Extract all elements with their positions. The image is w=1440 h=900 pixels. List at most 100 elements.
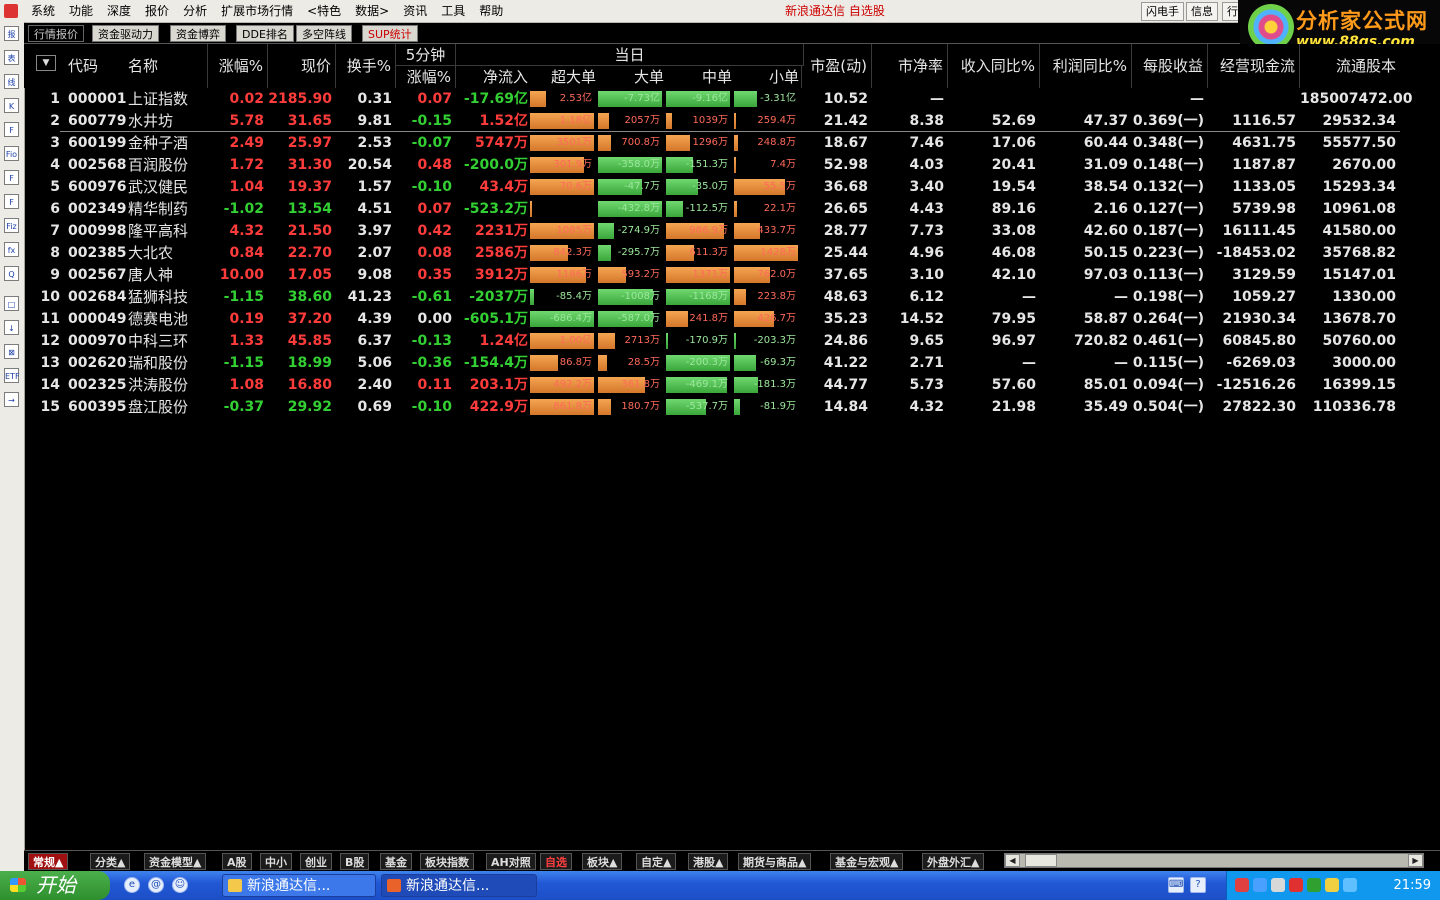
tab-funds[interactable]: 基金 — [380, 853, 412, 870]
menu-tools[interactable]: 工具 — [434, 0, 472, 22]
header-5min-change[interactable]: 涨幅% — [396, 66, 456, 88]
table-icon[interactable]: 表 — [4, 50, 19, 65]
report-icon[interactable]: 报 — [4, 26, 19, 41]
tab-b-shares[interactable]: B股 — [340, 853, 370, 870]
table-row[interactable]: 8 002385 大北农 0.84 22.70 2.07 0.08 2586万 25.44 4.9… — [24, 242, 1440, 264]
mail-icon[interactable]: @ — [148, 877, 164, 893]
menu-depth[interactable]: 深度 — [100, 0, 138, 22]
table-row[interactable]: 2 600779 水井坊 5.78 31.65 9.81 -0.15 1.52亿 21.42 8.… — [24, 110, 1440, 132]
f-note-icon[interactable]: F — [4, 194, 19, 209]
fiz-icon[interactable]: Fiz — [4, 218, 19, 233]
table-row[interactable]: 10 002684 猛狮科技 -1.15 38.60 41.23 -0.61 -2037万 48… — [24, 286, 1440, 308]
menu-system[interactable]: 系统 — [24, 0, 62, 22]
table-row[interactable]: 4 002568 百润股份 1.72 31.30 20.54 0.48 -200.0万 52.9… — [24, 154, 1440, 176]
menu-analysis[interactable]: 分析 — [176, 0, 214, 22]
fio-icon[interactable]: Fio — [4, 146, 19, 161]
header-operating-cashflow[interactable]: 经营现金流 — [1208, 44, 1300, 88]
horizontal-scrollbar[interactable]: ◀ ▶ — [1004, 853, 1424, 868]
header-turnover[interactable]: 换手% — [336, 44, 396, 88]
table-row[interactable]: 11 000049 德赛电池 0.19 37.20 4.39 0.00 -605.1万 35.2… — [24, 308, 1440, 330]
dropdown-icon[interactable]: ▼ — [36, 55, 56, 71]
header-price[interactable]: 现价 — [268, 44, 336, 88]
tab-sector-index[interactable]: 板块指数 — [420, 853, 474, 870]
table-row[interactable]: 6 002349 精华制药 -1.02 13.54 4.51 0.07 -523.2万 26.6… — [24, 198, 1440, 220]
exit-icon[interactable]: → — [4, 392, 19, 407]
table-row[interactable]: 14 002325 洪涛股份 1.08 16.80 2.40 0.11 203.1万 44.77… — [24, 374, 1440, 396]
ie-icon[interactable]: e — [124, 877, 140, 893]
header-name[interactable]: 名称 — [124, 44, 208, 88]
header-pe[interactable]: 市盈(动) — [804, 44, 872, 88]
menu-data[interactable]: 数据> — [348, 0, 396, 22]
table-row[interactable]: 15 600395 盘江股份 -0.37 29.92 0.69 -0.10 422.9万 14.… — [24, 396, 1440, 418]
tray-icon-3[interactable] — [1271, 878, 1285, 892]
etf-icon[interactable]: ETF — [4, 368, 20, 383]
help-icon[interactable]: ? — [1190, 877, 1206, 893]
formula-icon[interactable]: fx — [4, 242, 19, 257]
folder-icon[interactable]: □ — [4, 296, 19, 311]
security-icon[interactable] — [1307, 878, 1321, 892]
tab-watchlist[interactable]: 自选 — [540, 853, 572, 870]
header-small[interactable]: 小单 — [734, 66, 802, 88]
network-icon[interactable] — [1253, 878, 1267, 892]
taskbar-window-2[interactable]: 新浪通达信... — [381, 874, 537, 897]
tray-icon-1[interactable] — [1235, 878, 1249, 892]
tab-hk-stocks[interactable]: 港股▲ — [688, 853, 729, 870]
f10-icon[interactable]: F — [4, 122, 19, 137]
header-medium[interactable]: 中单 — [666, 66, 734, 88]
tab-sectors[interactable]: 板块▲ — [582, 853, 623, 870]
start-button[interactable]: 开始 — [0, 871, 110, 900]
tab-futures[interactable]: 期货与商品▲ — [738, 853, 812, 870]
tab-sme[interactable]: 中小 — [260, 853, 292, 870]
flash-trade-button[interactable]: 闪电手 — [1141, 2, 1184, 21]
menu-feature[interactable]: <特色 — [300, 0, 348, 22]
header-5min[interactable]: 5分钟 — [396, 44, 456, 66]
table-row[interactable]: 7 000998 隆平高科 4.32 21.50 3.97 0.42 2231万 28.77 7.… — [24, 220, 1440, 242]
tab-sup-stats[interactable]: SUP统计 — [362, 25, 418, 42]
header-profit-yoy[interactable]: 利润同比% — [1040, 44, 1132, 88]
tab-long-short[interactable]: 多空阵线 — [296, 25, 352, 42]
table-row[interactable]: 13 002620 瑞和股份 -1.15 18.99 5.06 -0.36 -154.4万 41… — [24, 352, 1440, 374]
scroll-right-icon[interactable]: ▶ — [1408, 854, 1423, 867]
table-row[interactable]: 12 000970 中科三环 1.33 45.85 6.37 -0.13 1.24亿 24.86… — [24, 330, 1440, 352]
header-net-inflow[interactable]: 净流入 — [456, 66, 530, 88]
header-eps[interactable]: 每股收益 — [1132, 44, 1208, 88]
tray-icon-6[interactable] — [1325, 878, 1339, 892]
menu-news[interactable]: 资讯 — [396, 0, 434, 22]
tab-fund-macro[interactable]: 基金与宏观▲ — [830, 853, 904, 870]
kline-icon[interactable]: K — [4, 98, 19, 113]
header-pb[interactable]: 市净率 — [872, 44, 948, 88]
table-row[interactable]: 5 600976 武汉健民 1.04 19.37 1.57 -0.10 43.4万 36.68 3… — [24, 176, 1440, 198]
scroll-thumb[interactable] — [1025, 854, 1057, 867]
header-change[interactable]: 涨幅% — [208, 44, 268, 88]
tab-category[interactable]: 分类▲ — [90, 853, 131, 870]
sort-icon[interactable]: ↓ — [4, 320, 19, 335]
header-float-shares[interactable]: 流通股本 — [1300, 44, 1400, 88]
scroll-left-icon[interactable]: ◀ — [1005, 854, 1020, 867]
tab-normal[interactable]: 常规▲ — [28, 853, 69, 870]
tab-chinext[interactable]: 创业 — [300, 853, 332, 870]
tab-capital-model[interactable]: 资金模型▲ — [144, 853, 207, 870]
keyboard-icon[interactable]: ⌨ — [1168, 877, 1184, 893]
tab-capital-drive[interactable]: 资金驱动力 — [92, 25, 159, 42]
menu-function[interactable]: 功能 — [62, 0, 100, 22]
menu-quote[interactable]: 报价 — [138, 0, 176, 22]
messenger-icon[interactable]: ☺ — [172, 877, 188, 893]
table-row[interactable]: 1 000001 上证指数 0.02 2185.90 0.31 0.07 -17.69亿 10.… — [24, 88, 1440, 110]
header-code[interactable]: 代码 — [64, 44, 124, 88]
tab-ah-compare[interactable]: AH对照 — [486, 853, 536, 870]
f-icon[interactable]: F — [4, 170, 19, 185]
tab-custom[interactable]: 自定▲ — [636, 853, 677, 870]
taskbar-window-1[interactable]: 新浪通达信... — [222, 874, 376, 897]
header-large[interactable]: 大单 — [598, 66, 666, 88]
tab-capital-game[interactable]: 资金博弈 — [170, 25, 226, 42]
volume-icon[interactable] — [1343, 878, 1357, 892]
tab-quote[interactable]: 行情报价 — [28, 25, 84, 42]
header-revenue-yoy[interactable]: 收入同比% — [948, 44, 1040, 88]
table-row[interactable]: 9 002567 唐人神 10.00 17.05 9.08 0.35 3912万 37.65 3.… — [24, 264, 1440, 286]
search-icon[interactable]: Q — [4, 266, 19, 281]
grid-icon[interactable]: ⊠ — [4, 344, 19, 359]
line-chart-icon[interactable]: 线 — [4, 74, 19, 89]
info-button[interactable]: 信息 — [1186, 2, 1218, 21]
tab-a-shares[interactable]: A股 — [222, 853, 252, 870]
table-row[interactable]: 3 600199 金种子酒 2.49 25.97 2.53 -0.07 5747万 18.67 7… — [24, 132, 1440, 154]
